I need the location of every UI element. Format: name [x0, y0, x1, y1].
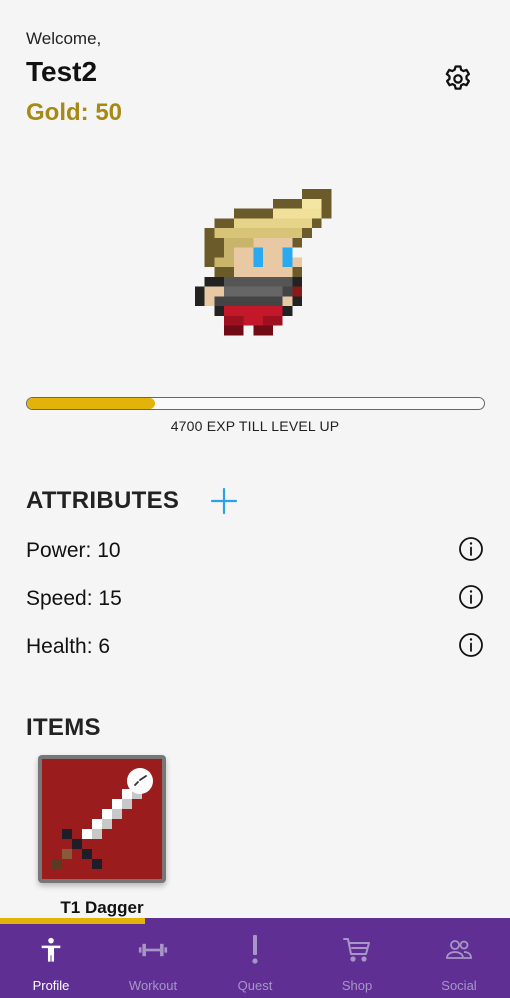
- gold-balance: Gold: 50: [26, 99, 123, 126]
- people-icon: [446, 940, 472, 959]
- nav-workout[interactable]: Workout: [102, 918, 204, 998]
- attribute-label: Power: 10: [26, 539, 121, 562]
- cart-icon: [343, 938, 370, 962]
- plus-icon: [210, 487, 238, 515]
- bottom-nav: Profile Workout Quest Shop Social: [0, 918, 510, 998]
- exp-progress-fill: [27, 398, 155, 409]
- nav-shop[interactable]: Shop: [306, 918, 408, 998]
- attributes-heading: ATTRIBUTES: [26, 487, 180, 514]
- nav-label: Quest: [237, 978, 273, 993]
- exclamation-icon: [252, 935, 258, 964]
- equipped-check-icon: [127, 768, 153, 794]
- item-card-t1-dagger[interactable]: [38, 755, 166, 883]
- item-image: [42, 759, 162, 879]
- item-name: T1 Dagger: [60, 898, 144, 917]
- nav-profile[interactable]: Profile: [0, 918, 102, 998]
- character-avatar: [194, 189, 332, 336]
- attribute-label: Speed: 15: [26, 587, 122, 610]
- username: Test2: [26, 56, 98, 87]
- person-icon: [41, 937, 61, 962]
- items-heading: ITEMS: [26, 714, 101, 741]
- nav-quest[interactable]: Quest: [204, 918, 306, 998]
- nav-social[interactable]: Social: [408, 918, 510, 998]
- attribute-label: Health: 6: [26, 635, 111, 658]
- dumbbell-icon: [138, 943, 168, 957]
- nav-label: Social: [441, 978, 477, 993]
- info-icon: [459, 537, 483, 561]
- nav-label: Shop: [341, 978, 373, 993]
- add-attribute-button[interactable]: [209, 486, 239, 516]
- exp-progress-bar: [26, 397, 485, 410]
- settings-button[interactable]: [441, 62, 475, 96]
- gear-icon: [445, 65, 471, 90]
- attribute-info-button[interactable]: [458, 632, 484, 658]
- active-tab-indicator: [0, 918, 145, 924]
- attribute-info-button[interactable]: [458, 536, 484, 562]
- info-icon: [459, 633, 483, 657]
- nav-label: Workout: [128, 978, 178, 993]
- profile-screen: Welcome, Test2 Gold: 50 4700 EXP TILL LE…: [0, 0, 510, 998]
- attribute-row-speed: Speed: 15: [26, 584, 484, 614]
- attribute-row-health: Health: 6: [26, 632, 484, 662]
- welcome-label: Welcome,: [26, 29, 102, 48]
- nav-label: Profile: [32, 978, 70, 993]
- attribute-info-button[interactable]: [458, 584, 484, 610]
- exp-remaining-label: 4700 EXP TILL LEVEL UP: [170, 418, 340, 434]
- info-icon: [459, 585, 483, 609]
- attribute-row-power: Power: 10: [26, 536, 484, 566]
